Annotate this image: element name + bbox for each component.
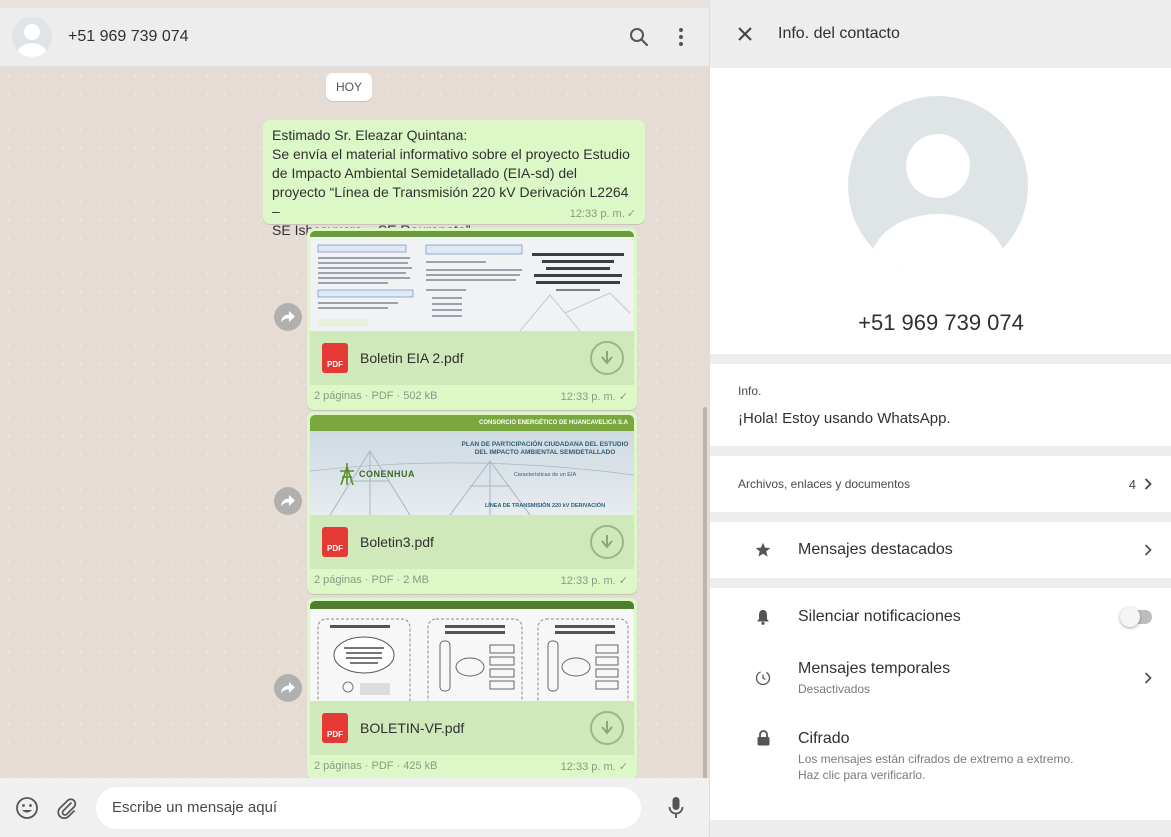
message-list[interactable]: HOY Estimado Sr. Eleazar Quintana: Se en… bbox=[0, 67, 709, 837]
chat-pane: +51 969 739 074 HOY Estimado Sr. Eleazar… bbox=[0, 0, 709, 837]
mute-notifications[interactable]: Silenciar notificaciones bbox=[710, 588, 1171, 646]
thumbnail-header: CONSORCIO ENERGÉTICO DE HUANCAVELICA S.A bbox=[310, 415, 634, 431]
message-time: 12:33 p. m. bbox=[560, 390, 616, 403]
chevron-right-icon bbox=[1144, 672, 1152, 684]
disappearing-messages[interactable]: Mensajes temporales Desactivados bbox=[710, 646, 1171, 710]
message-time: 12:33 p. m. bbox=[560, 760, 616, 773]
document-info: 2 páginas · PDF · 502 kB bbox=[314, 390, 438, 402]
document-footer: 2 páginas · PDF · 502 kB 12:33 p. m. ✓ bbox=[310, 385, 634, 407]
forward-button[interactable] bbox=[274, 303, 302, 331]
document-message[interactable]: PDF BOLETIN-VF.pdf 2 páginas · PDF · 425… bbox=[307, 598, 637, 780]
mute-label: Silenciar notificaciones bbox=[798, 608, 961, 625]
document-footer: 2 páginas · PDF · 2 MB 12:33 p. m. ✓ bbox=[310, 569, 634, 591]
download-icon[interactable] bbox=[590, 711, 624, 745]
sent-check-icon: ✓ bbox=[618, 574, 628, 587]
message-meta: 12:33 p. m. ✓ bbox=[561, 574, 628, 587]
message-meta: 12:33 p. m. ✓ bbox=[561, 390, 628, 403]
message-input[interactable] bbox=[96, 786, 641, 829]
download-icon[interactable] bbox=[590, 525, 624, 559]
date-divider: HOY bbox=[326, 73, 373, 101]
pdf-file-icon: PDF bbox=[322, 527, 348, 557]
document-footer: 2 páginas · PDF · 425 kB 12:33 p. m. ✓ bbox=[310, 755, 634, 777]
attach-icon[interactable] bbox=[54, 795, 80, 821]
message-line: Estimado Sr. Eleazar Quintana: bbox=[272, 127, 468, 143]
document-message[interactable]: CONSORCIO ENERGÉTICO DE HUANCAVELICA S.A… bbox=[307, 412, 637, 594]
message-time: 12:33 p. m. bbox=[560, 574, 616, 587]
lock-icon bbox=[754, 730, 772, 746]
message-time: 12:33 p. m. bbox=[569, 208, 625, 220]
about-text: ¡Hola! Estoy usando WhatsApp. bbox=[738, 410, 951, 427]
encryption-label: Cifrado bbox=[798, 730, 850, 747]
close-icon[interactable] bbox=[736, 25, 754, 43]
conenhua-logo: CONENHUA bbox=[338, 463, 415, 485]
document-thumbnail[interactable]: CONSORCIO ENERGÉTICO DE HUANCAVELICA S.A… bbox=[310, 415, 634, 515]
search-icon[interactable] bbox=[627, 25, 651, 49]
conenhua-brand: CONENHUA bbox=[359, 469, 416, 479]
sent-check-icon: ✓ bbox=[618, 760, 628, 773]
message-meta: 12:33 p. m. ✓ bbox=[561, 760, 628, 773]
document-row[interactable]: PDF BOLETIN-VF.pdf bbox=[310, 701, 634, 755]
profile-phone: +51 969 739 074 bbox=[858, 310, 1024, 335]
message-line: Se envía el material informativo sobre e… bbox=[272, 146, 630, 162]
about-card: Info. ¡Hola! Estoy usando WhatsApp. bbox=[710, 364, 1171, 446]
document-name: Boletin3.pdf bbox=[360, 534, 434, 550]
document-row[interactable]: PDF Boletin EIA 2.pdf bbox=[310, 331, 634, 385]
pdf-file-icon: PDF bbox=[322, 343, 348, 373]
media-count: 4 bbox=[1129, 477, 1152, 492]
about-label: Info. bbox=[738, 384, 762, 398]
mute-toggle[interactable] bbox=[1120, 607, 1152, 627]
forward-button[interactable] bbox=[274, 674, 302, 702]
star-icon bbox=[754, 542, 772, 558]
document-thumbnail[interactable] bbox=[310, 231, 634, 331]
profile-avatar[interactable] bbox=[848, 96, 1028, 276]
sent-check-icon: ✓ bbox=[626, 208, 636, 220]
starred-messages[interactable]: Mensajes destacados bbox=[710, 522, 1171, 578]
document-message[interactable]: PDF Boletin EIA 2.pdf 2 páginas · PDF · … bbox=[307, 228, 637, 410]
media-label: Archivos, enlaces y documentos bbox=[738, 477, 911, 491]
contact-info-pane: Info. del contacto +51 969 739 074 Info.… bbox=[709, 0, 1171, 837]
pdf-file-icon: PDF bbox=[322, 713, 348, 743]
thumbnail-title: PLAN DE PARTICIPACIÓN CIUDADANA DEL ESTU… bbox=[461, 441, 629, 456]
menu-icon[interactable] bbox=[669, 25, 693, 49]
message-line: de Impacto Ambiental Semidetallado (EIA-… bbox=[272, 165, 578, 181]
contact-avatar[interactable] bbox=[12, 17, 52, 57]
document-info: 2 páginas · PDF · 2 MB bbox=[314, 574, 429, 586]
disappearing-label: Mensajes temporales bbox=[798, 659, 951, 677]
bell-icon bbox=[754, 609, 772, 625]
thumbnail-subtitle: Características de un EIA bbox=[513, 472, 577, 478]
document-row[interactable]: PDF Boletin3.pdf bbox=[310, 515, 634, 569]
message-meta: 12:33 p. m. ✓ bbox=[570, 207, 636, 220]
document-info: 2 páginas · PDF · 425 kB bbox=[314, 760, 438, 772]
thumbnail-footer: LÍNEA DE TRANSMISIÓN 220 kV DERIVACIÓN bbox=[484, 503, 606, 509]
compose-bar bbox=[0, 778, 709, 837]
encryption-desc: Los mensajes están cifrados de extremo a… bbox=[798, 752, 1074, 766]
chat-contact-name[interactable]: +51 969 739 074 bbox=[68, 28, 609, 46]
media-links-docs[interactable]: Archivos, enlaces y documentos 4 bbox=[710, 456, 1171, 512]
timer-icon bbox=[754, 670, 772, 686]
chat-header[interactable]: +51 969 739 074 bbox=[0, 8, 709, 67]
starred-label: Mensajes destacados bbox=[798, 541, 953, 558]
disappearing-status: Desactivados bbox=[798, 681, 871, 696]
media-count-value: 4 bbox=[1128, 476, 1136, 492]
encryption-verify: Haz clic para verificarlo. bbox=[798, 768, 926, 782]
document-thumbnail[interactable] bbox=[310, 601, 634, 701]
contact-info-header: Info. del contacto bbox=[710, 0, 1171, 68]
sent-check-icon: ✓ bbox=[618, 390, 628, 403]
chevron-right-icon bbox=[1144, 478, 1152, 490]
profile-card: +51 969 739 074 bbox=[710, 68, 1171, 354]
forward-button[interactable] bbox=[274, 487, 302, 515]
download-icon[interactable] bbox=[590, 341, 624, 375]
document-name: Boletin EIA 2.pdf bbox=[360, 350, 464, 366]
microphone-icon[interactable] bbox=[663, 795, 689, 821]
scrollbar[interactable] bbox=[703, 407, 707, 837]
encryption-info[interactable]: Cifrado Los mensajes están cifrados de e… bbox=[710, 710, 1171, 796]
contact-info-title: Info. del contacto bbox=[778, 25, 900, 42]
text-message[interactable]: Estimado Sr. Eleazar Quintana: Se envía … bbox=[263, 120, 645, 238]
chevron-right-icon bbox=[1144, 544, 1152, 556]
settings-card: Silenciar notificaciones Mensajes tempor… bbox=[710, 588, 1171, 820]
emoji-icon[interactable] bbox=[14, 795, 40, 821]
document-name: BOLETIN-VF.pdf bbox=[360, 720, 465, 736]
